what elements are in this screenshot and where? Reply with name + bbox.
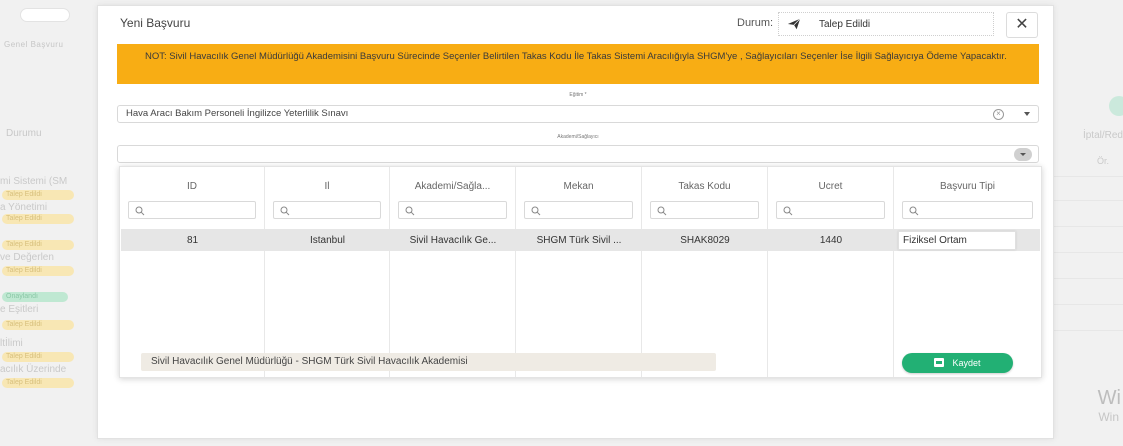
training-select[interactable]: Hava Aracı Bakım Personeli İngilizce Yet…: [117, 105, 1039, 123]
academy-select[interactable]: [117, 145, 1039, 163]
background-circle-icon: [1109, 96, 1123, 116]
background-filter-text: Ör.: [1096, 156, 1109, 166]
filter-input[interactable]: [776, 201, 885, 219]
cell-takas-kodu: SHAK8029: [680, 235, 730, 246]
background-row-text: acılık Üzerinde: [0, 364, 67, 375]
column-ucret: Ucret: [768, 167, 894, 377]
column-basvuru-tipi: Başvuru Tipi: [894, 167, 1041, 377]
column-header[interactable]: Mekan: [516, 181, 641, 192]
column-id: ID: [120, 167, 265, 377]
search-icon: [280, 206, 290, 216]
background-status-badge: Talep Edildi: [2, 352, 74, 362]
filter-input[interactable]: [902, 201, 1033, 219]
background-tabs: Genel Başvuru: [4, 40, 64, 49]
column-mekan: Mekan: [516, 167, 642, 377]
background-status-badge: Talep Edildi: [2, 266, 74, 276]
background-status-badge: Onaylandı: [2, 292, 68, 302]
chevron-down-icon[interactable]: [1014, 148, 1032, 161]
info-note: NOT: Sivil Havacılık Genel Müdürlüğü Aka…: [117, 44, 1039, 84]
search-icon: [657, 206, 667, 216]
save-button[interactable]: Kaydet: [902, 353, 1013, 373]
status-value: Talep Edildi: [819, 19, 871, 30]
cell-ucret: 1440: [819, 235, 843, 246]
background-row-text: ltİlimi: [0, 338, 23, 349]
background-divider: [1043, 252, 1123, 253]
academy-dropdown-grid: ID Il Akademi/Sağla... Mekan Takas Kodu: [119, 166, 1042, 378]
status-label: Durum:: [737, 17, 774, 29]
filter-input[interactable]: [128, 201, 256, 219]
background-divider: [1043, 304, 1123, 305]
background-divider: [1043, 278, 1123, 279]
filter-input[interactable]: [398, 201, 507, 219]
academy-label: Akademi/Sağlayıcı: [557, 134, 599, 140]
cell-id: 81: [186, 235, 199, 246]
save-icon: [934, 358, 945, 367]
search-icon: [909, 206, 919, 216]
background-row-text: mi Sistemi (SM: [0, 176, 68, 187]
background-column-header: Durumu: [6, 128, 42, 139]
paper-plane-icon: [787, 18, 801, 30]
modal-title: Yeni Başvuru: [120, 16, 191, 30]
cell-il: İstanbul: [309, 235, 346, 246]
background-divider: [1043, 176, 1123, 177]
close-button[interactable]: ✕: [1006, 12, 1038, 38]
training-label: Eğitim *: [569, 92, 587, 98]
filter-input[interactable]: [650, 201, 759, 219]
status-field: Talep Edildi: [778, 12, 994, 36]
background-status-badge: Talep Edildi: [2, 190, 74, 200]
column-header[interactable]: Başvuru Tipi: [894, 181, 1041, 192]
background-status-badge: Talep Edildi: [2, 378, 74, 388]
background-divider: [1043, 330, 1123, 331]
windows-activation-watermark: Wi: [1097, 387, 1121, 409]
column-akademi: Akademi/Sağla...: [390, 167, 516, 377]
column-header[interactable]: Takas Kodu: [642, 181, 767, 192]
selected-academy-summary: Sivil Havacılık Genel Müdürlüğü - SHGM T…: [141, 353, 716, 371]
column-header[interactable]: Akademi/Sağla...: [390, 181, 515, 192]
chevron-down-icon[interactable]: [1024, 112, 1030, 116]
search-icon: [783, 206, 793, 216]
cell-akademi: Sivil Havacılık Ge...: [409, 235, 497, 246]
column-takas-kodu: Takas Kodu: [642, 167, 768, 377]
filter-input[interactable]: [273, 201, 381, 219]
filter-input[interactable]: [524, 201, 633, 219]
background-row-text: ve Değerlen: [0, 252, 54, 263]
background-status-badge: Talep Edildi: [2, 214, 74, 224]
cell-basvuru-tipi[interactable]: Fiziksel Ortam: [898, 231, 1016, 250]
search-icon: [405, 206, 415, 216]
clear-selection-icon[interactable]: ×: [993, 109, 1004, 120]
background-search-pill: [20, 8, 70, 22]
background-divider: [1043, 226, 1123, 227]
background-status-badge: Talep Edildi: [2, 240, 74, 250]
background-divider: [1043, 200, 1123, 201]
background-status-badge: Talep Edildi: [2, 320, 74, 330]
background-row-text: a Yönetimi: [0, 202, 48, 213]
column-header[interactable]: ID: [120, 181, 264, 192]
background-column-header: İptal/Red: [1082, 130, 1123, 141]
windows-activation-watermark-sub: Win: [1098, 410, 1119, 424]
training-select-value: Hava Aracı Bakım Personeli İngilizce Yet…: [126, 108, 349, 119]
background-row-text: e Eşitleri: [0, 304, 39, 315]
new-application-modal: Yeni Başvuru Durum: Talep Edildi ✕ NOT: …: [97, 5, 1054, 439]
cell-mekan: SHGM Türk Sivil ...: [536, 235, 622, 246]
search-icon: [135, 206, 145, 216]
column-il: Il: [265, 167, 390, 377]
save-button-label: Kaydet: [952, 358, 981, 368]
search-icon: [531, 206, 541, 216]
column-header[interactable]: Il: [265, 181, 389, 192]
column-header[interactable]: Ucret: [768, 181, 893, 192]
